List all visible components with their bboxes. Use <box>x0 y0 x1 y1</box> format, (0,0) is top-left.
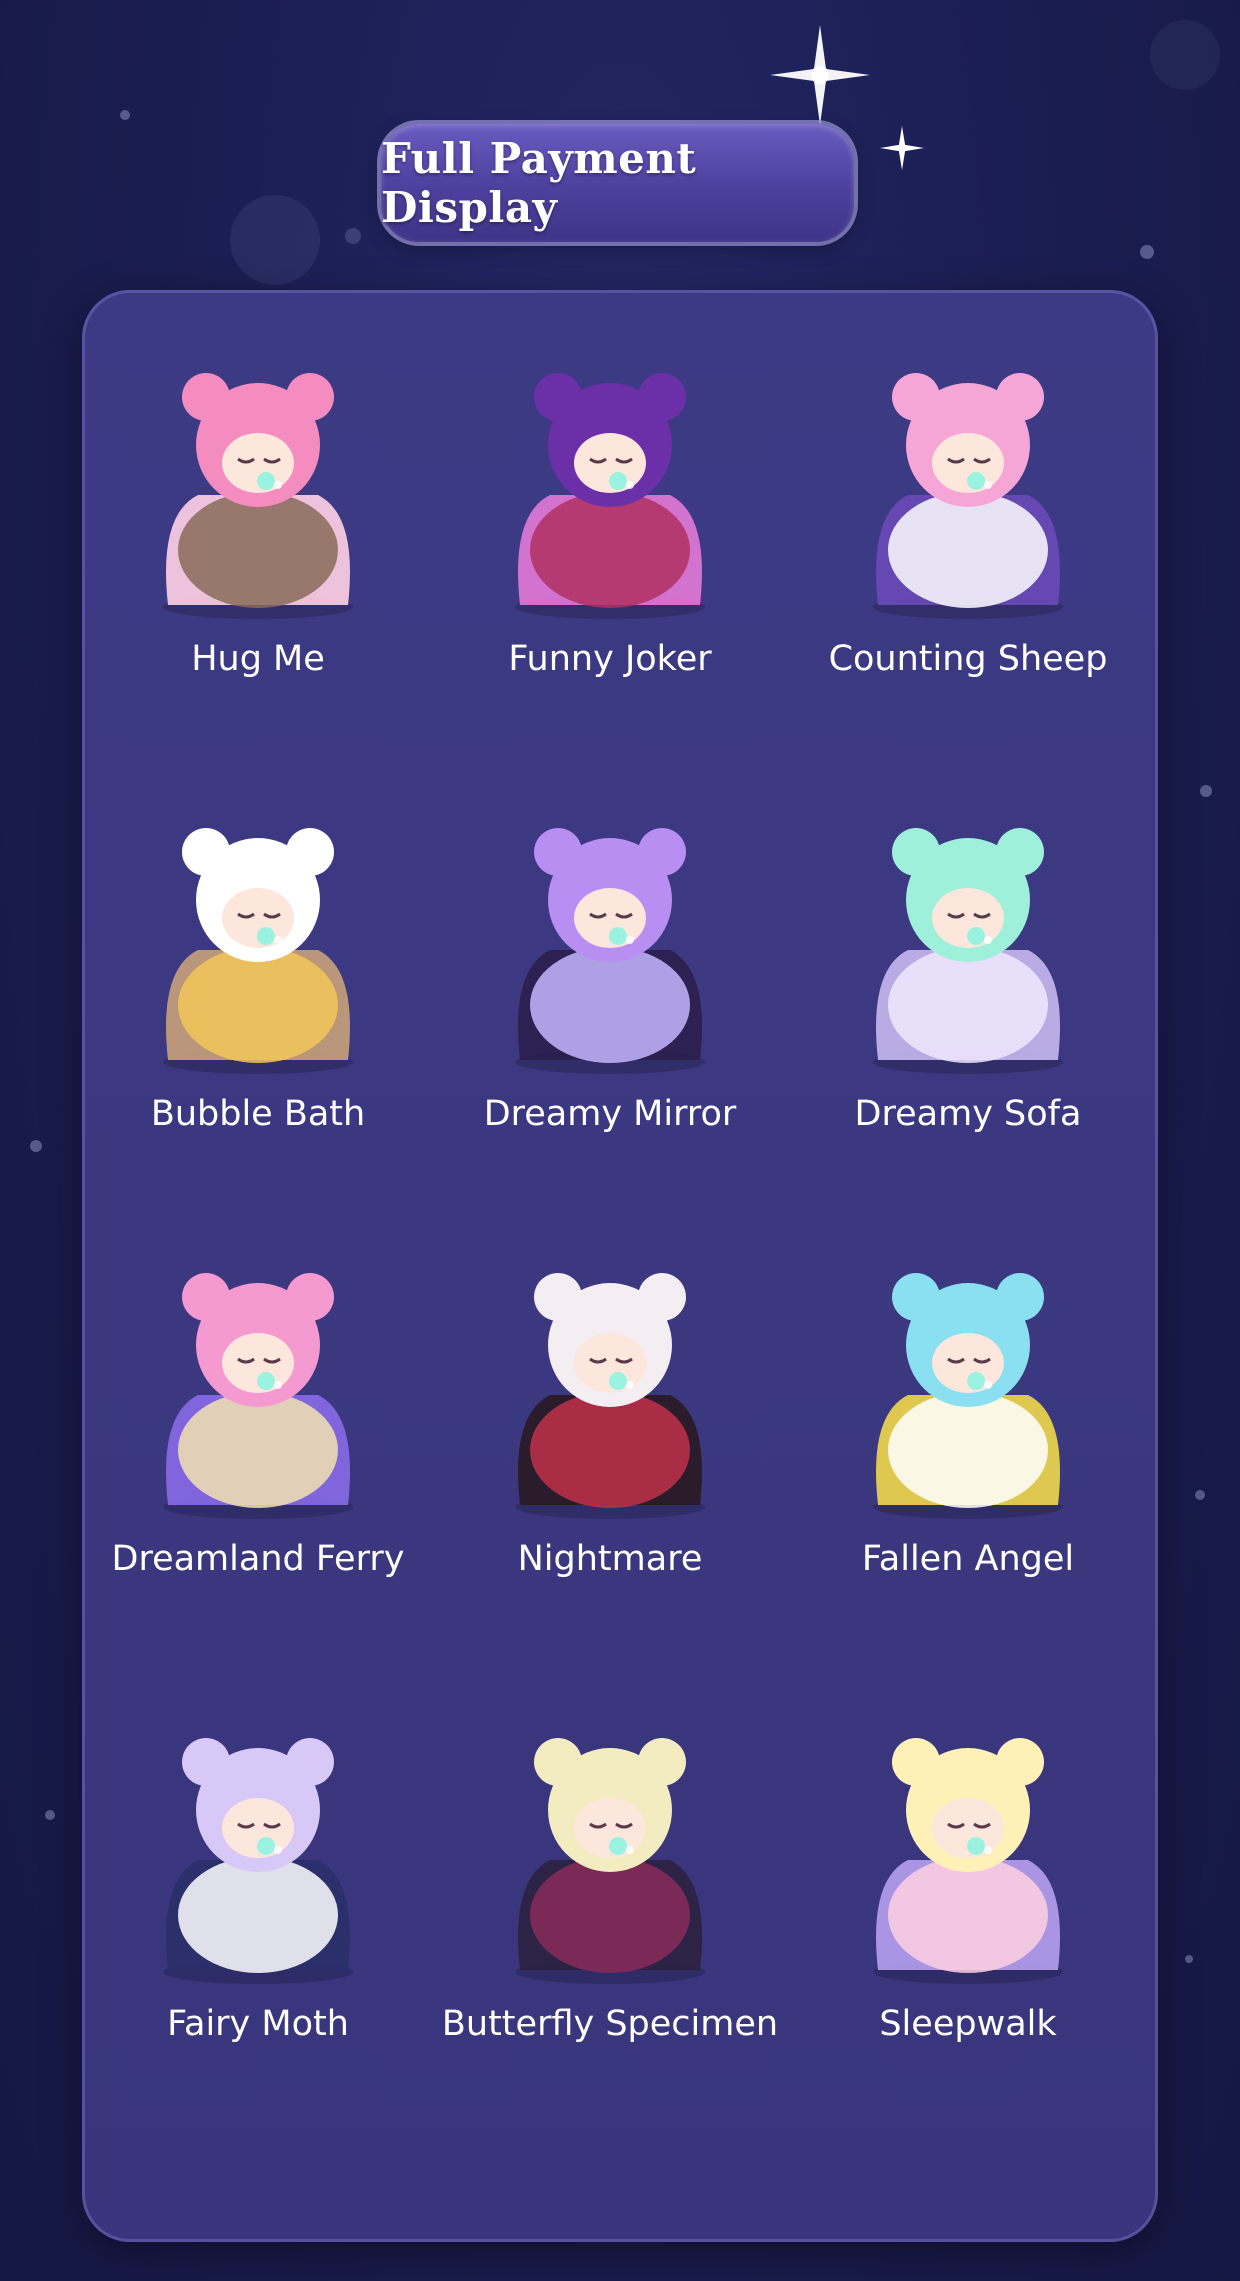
figure-label: Dreamy Mirror <box>483 1094 737 1134</box>
page-title: Full Payment Display <box>381 134 697 232</box>
butterfly-frame-figure-icon <box>480 1700 740 1990</box>
pink-bear-figure-icon <box>128 335 388 625</box>
figure-label: Dreamy Sofa <box>854 1094 1082 1134</box>
angel-wings-figure-icon <box>838 1235 1098 1525</box>
figure-item[interactable]: Counting Sheep <box>798 335 1138 679</box>
mirror-figure-icon <box>480 790 740 1080</box>
figure-label: Dreamland Ferry <box>111 1539 405 1579</box>
sparkle-icon <box>770 25 870 125</box>
figures-grid: Hug Me Funny Joker Counting Sheep Bubble Ba… <box>82 290 1158 2242</box>
figure-label: Counting Sheep <box>828 639 1108 679</box>
jester-rose-figure-icon <box>480 335 740 625</box>
figure-item[interactable]: Sleepwalk <box>798 1700 1138 2044</box>
figure-item[interactable]: Dreamy Sofa <box>798 790 1138 1134</box>
figures-panel: Hug Me Funny Joker Counting Sheep Bubble Ba… <box>82 290 1158 2242</box>
figure-item[interactable]: Bubble Bath <box>88 790 428 1134</box>
figure-label: Sleepwalk <box>879 2004 1057 2044</box>
figure-label: Nightmare <box>517 1539 703 1579</box>
figure-label: Bubble Bath <box>150 1094 366 1134</box>
figure-label: Hug Me <box>191 639 325 679</box>
figure-label: Fairy Moth <box>167 2004 349 2044</box>
sofa-figure-icon <box>838 790 1098 1080</box>
figure-item[interactable]: Fairy Moth <box>88 1700 428 2044</box>
figure-item[interactable]: Nightmare <box>440 1235 780 1579</box>
figure-item[interactable]: Dreamland Ferry <box>88 1235 428 1579</box>
figure-label: Funny Joker <box>508 639 712 679</box>
figure-item[interactable]: Fallen Angel <box>798 1235 1138 1579</box>
bathtub-figure-icon <box>128 790 388 1080</box>
bunny-hood-figure-icon <box>480 1235 740 1525</box>
moth-fairy-figure-icon <box>128 1700 388 1990</box>
paper-boat-figure-icon <box>128 1235 388 1525</box>
header-badge: Full Payment Display <box>381 124 854 242</box>
figure-label: Fallen Angel <box>861 1539 1075 1579</box>
figure-item[interactable]: Dreamy Mirror <box>440 790 780 1134</box>
figure-item[interactable]: Butterfly Specimen <box>440 1700 780 2044</box>
figure-item[interactable]: Hug Me <box>88 335 428 679</box>
figure-label: Butterfly Specimen <box>441 2004 779 2044</box>
sheep-bed-figure-icon <box>838 335 1098 625</box>
figure-item[interactable]: Funny Joker <box>440 335 780 679</box>
sleepwalk-lamp-figure-icon <box>838 1700 1098 1990</box>
sparkle-small-icon <box>880 126 924 170</box>
